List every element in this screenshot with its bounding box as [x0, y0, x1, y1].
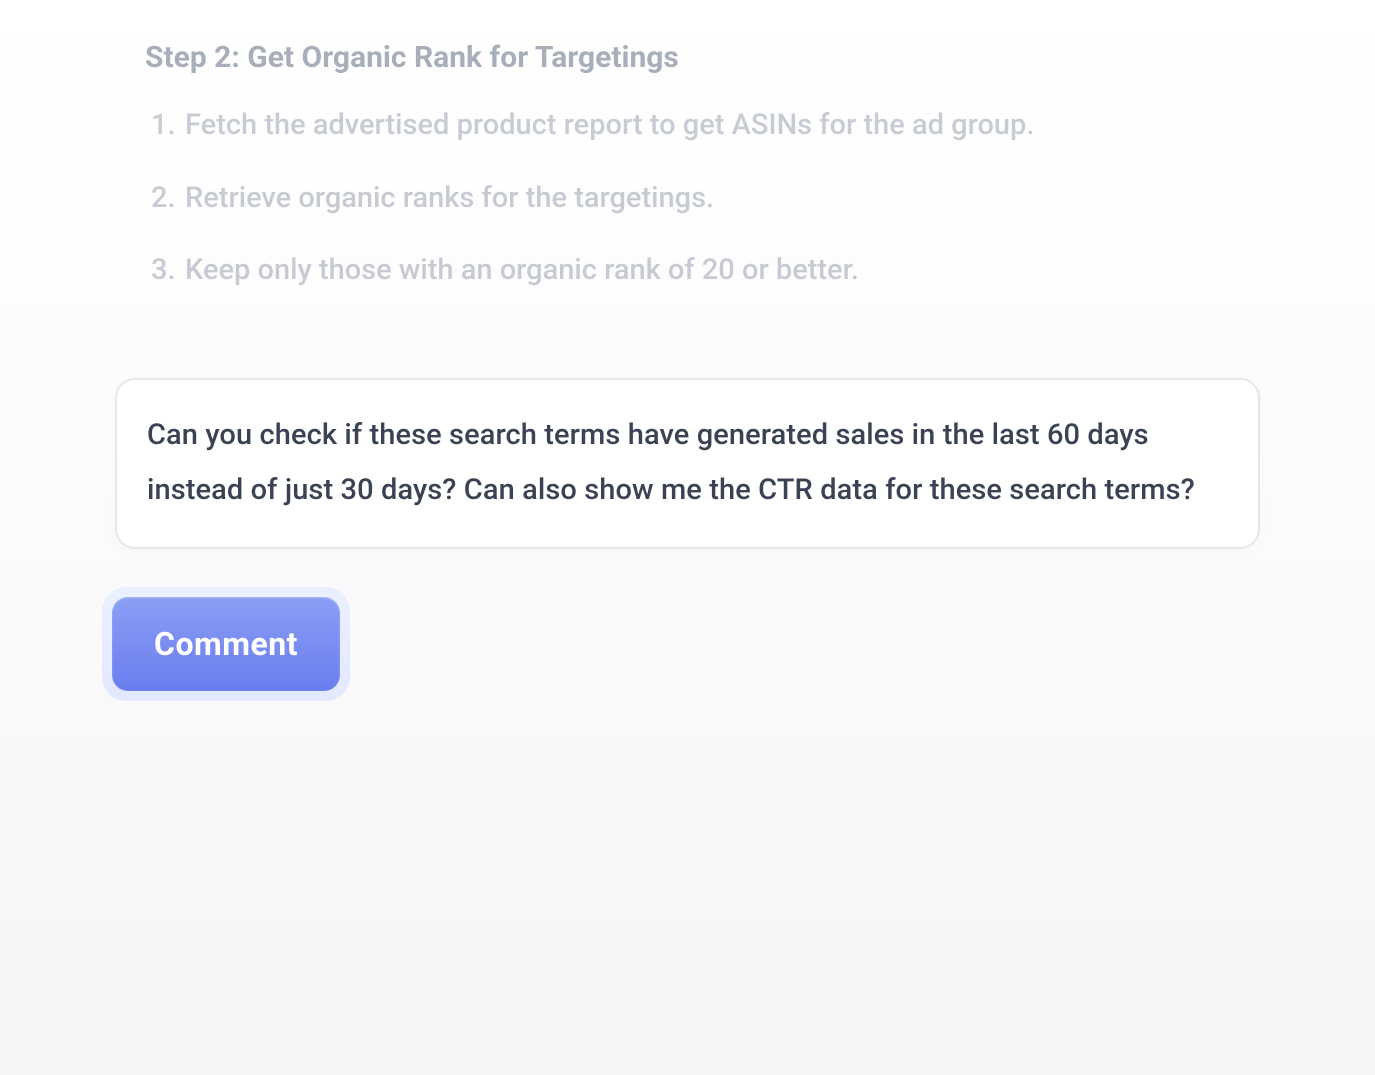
step-item: Retrieve organic ranks for the targeting… [145, 178, 1230, 219]
comment-button[interactable]: Comment [112, 597, 340, 691]
step-item: Keep only those with an organic rank of … [145, 250, 1230, 291]
main-container: Step 2: Get Organic Rank for Targetings … [0, 0, 1375, 1075]
comment-button-glow: Comment [102, 587, 350, 701]
step-card: Step 2: Get Organic Rank for Targetings … [115, 40, 1260, 323]
step-list: Fetch the advertised product report to g… [145, 105, 1230, 291]
step-title: Step 2: Get Organic Rank for Targetings [145, 40, 1230, 75]
comment-input-text: Can you check if these search terms have… [147, 408, 1228, 519]
step-item: Fetch the advertised product report to g… [145, 105, 1230, 146]
comment-input-card[interactable]: Can you check if these search terms have… [115, 378, 1260, 549]
